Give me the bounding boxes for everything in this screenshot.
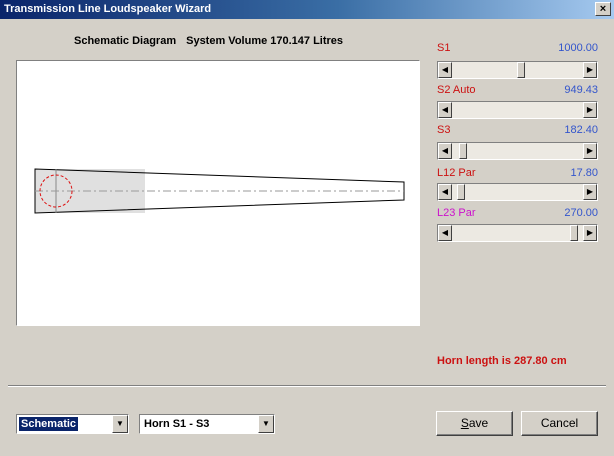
cancel-button[interactable]: Cancel (521, 411, 598, 436)
s2-value: 949.43 (564, 84, 598, 96)
title-bar: Transmission Line Loudspeaker Wizard × (0, 0, 614, 19)
window-title: Transmission Line Loudspeaker Wizard (4, 3, 212, 15)
s1-label: S1 (437, 42, 451, 54)
diagram-title: Schematic Diagram (74, 35, 177, 47)
system-volume: System Volume 170.147 Litres (186, 35, 344, 47)
l23-value: 270.00 (564, 207, 598, 219)
view-select-value: Schematic (19, 417, 79, 431)
horn-schematic (34, 168, 405, 214)
l12-label: L12 Par (437, 167, 476, 179)
s3-label: S3 (437, 124, 451, 136)
s2-label: S2 Auto (437, 84, 476, 96)
l12-slider[interactable]: ◀ ▶ (437, 183, 598, 201)
view-select[interactable]: Schematic ▼ (16, 414, 129, 434)
l23-left-arrow-icon[interactable]: ◀ (438, 225, 452, 241)
horn-select-value: Horn S1 - S3 (144, 418, 210, 430)
l12-value: 17.80 (570, 167, 598, 179)
l12-left-arrow-icon[interactable]: ◀ (438, 184, 452, 200)
s3-left-arrow-icon[interactable]: ◀ (438, 143, 452, 159)
s1-slider-thumb[interactable] (517, 62, 525, 78)
schematic-panel (16, 60, 420, 326)
horn-length-text: Horn length is 287.80 cm (437, 355, 567, 367)
l12-right-arrow-icon[interactable]: ▶ (583, 184, 597, 200)
l23-slider-thumb[interactable] (570, 225, 578, 241)
view-select-chevron-down-icon[interactable]: ▼ (112, 415, 128, 433)
s3-slider-thumb[interactable] (459, 143, 467, 159)
s1-slider[interactable]: ◀ ▶ (437, 61, 598, 79)
s3-slider[interactable]: ◀ ▶ (437, 142, 598, 160)
horn-select[interactable]: Horn S1 - S3 ▼ (139, 414, 275, 434)
save-button-label: ave (468, 416, 489, 430)
s3-right-arrow-icon[interactable]: ▶ (583, 143, 597, 159)
save-button[interactable]: Save (436, 411, 513, 436)
s2-right-arrow-icon[interactable]: ▶ (583, 102, 597, 118)
save-button-mnemonic: S (460, 416, 469, 430)
s1-left-arrow-icon[interactable]: ◀ (438, 62, 452, 78)
s2-left-arrow-icon[interactable]: ◀ (438, 102, 452, 118)
l23-label: L23 Par (437, 207, 476, 219)
separator-line (8, 385, 606, 387)
close-button[interactable]: × (595, 2, 611, 16)
s2-slider[interactable]: ◀ ▶ (437, 101, 598, 119)
l23-slider[interactable]: ◀ ▶ (437, 224, 598, 242)
s3-value: 182.40 (564, 124, 598, 136)
horn-select-chevron-down-icon[interactable]: ▼ (258, 415, 274, 433)
s1-value: 1000.00 (558, 42, 598, 54)
l23-right-arrow-icon[interactable]: ▶ (583, 225, 597, 241)
s1-right-arrow-icon[interactable]: ▶ (583, 62, 597, 78)
l12-slider-thumb[interactable] (457, 184, 465, 200)
schematic-heading: Schematic Diagram System Volume 170.147 L… (74, 35, 343, 47)
